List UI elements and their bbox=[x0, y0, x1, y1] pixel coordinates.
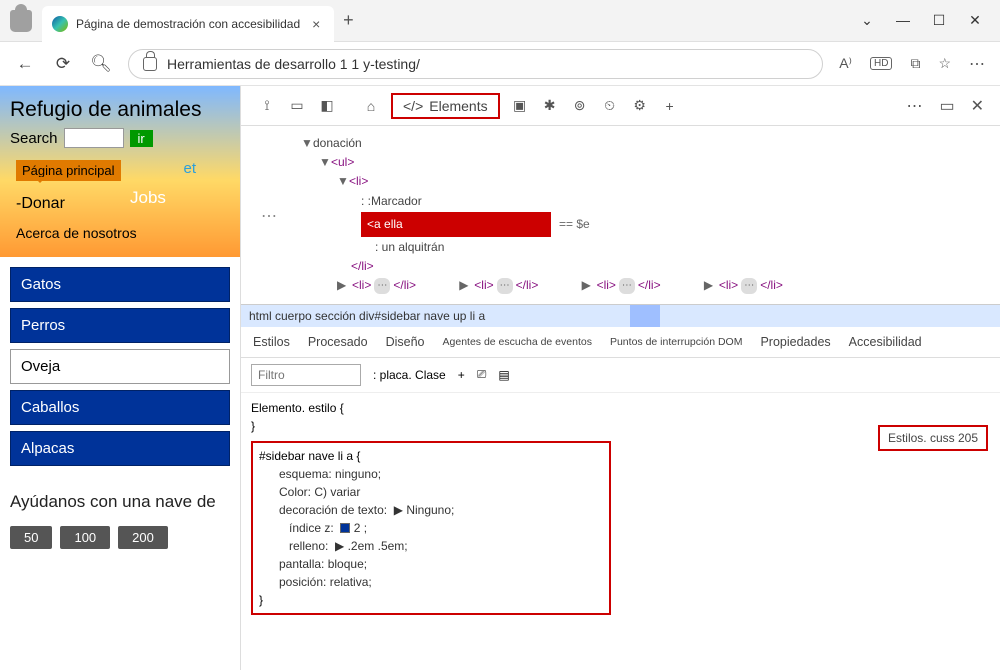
add-rule-icon[interactable]: + bbox=[458, 368, 465, 382]
devtools-more-icon[interactable]: ⋯ bbox=[906, 96, 923, 116]
sidebar-item-alpacas[interactable]: Alpacas bbox=[10, 431, 230, 466]
dom-breadcrumb[interactable]: html cuerpo sección div#sidebar nave up … bbox=[241, 304, 1000, 327]
sidebar-item-perros[interactable]: Perros bbox=[10, 308, 230, 343]
filter-input[interactable] bbox=[251, 364, 361, 386]
tab-agentes[interactable]: Agentes de escucha de eventos bbox=[443, 336, 592, 348]
tab-procesado[interactable]: Procesado bbox=[308, 335, 368, 349]
devtools-close-icon[interactable]: ✕ bbox=[971, 96, 984, 116]
stylesheet-source-link[interactable]: Estilos. cuss 205 bbox=[878, 425, 988, 451]
bug-icon[interactable]: ✱ bbox=[540, 97, 560, 114]
browser-tab[interactable]: Página de demostración con accesibilidad… bbox=[42, 6, 334, 42]
new-tab-button[interactable]: + bbox=[334, 10, 362, 31]
sidebar-item-oveja[interactable]: Oveja bbox=[10, 349, 230, 384]
inspect-icon[interactable]: ⟟ bbox=[257, 97, 277, 114]
donate-50-button[interactable]: 50 bbox=[10, 526, 52, 549]
sidebar-item-caballos[interactable]: Caballos bbox=[10, 390, 230, 425]
read-aloud-icon[interactable]: A⁾ bbox=[839, 55, 852, 72]
device-icon[interactable]: ▭ bbox=[287, 97, 307, 114]
styles-tabs: Estilos Procesado Diseño Agentes de escu… bbox=[241, 327, 1000, 358]
page-title: Refugio de animales bbox=[10, 98, 230, 122]
home-icon[interactable]: ⌂ bbox=[361, 98, 381, 114]
elements-tab[interactable]: </> Elements bbox=[391, 93, 500, 119]
selected-dom-node[interactable]: <a ella == $e bbox=[301, 212, 990, 237]
search-label: Search bbox=[10, 130, 58, 147]
edge-icon bbox=[52, 16, 68, 32]
styles-body: Elemento. estilo { } #sidebar nave li a … bbox=[241, 393, 1000, 621]
dock-icon[interactable]: ▭ bbox=[939, 96, 954, 116]
tab-accesibilidad[interactable]: Accesibilidad bbox=[849, 335, 922, 349]
donate-100-button[interactable]: 100 bbox=[60, 526, 110, 549]
acerca-link[interactable]: Acerca de nosotros bbox=[16, 225, 224, 241]
more-icon[interactable]: ⋯ bbox=[969, 54, 986, 74]
back-button[interactable]: ← bbox=[14, 54, 36, 74]
panel-icon[interactable]: ▤ bbox=[498, 368, 509, 382]
close-tab-icon[interactable]: × bbox=[308, 16, 324, 32]
minimize-button[interactable]: — bbox=[896, 12, 910, 29]
url-text: Herramientas de desarrollo 1 1 y-testing… bbox=[167, 56, 420, 72]
go-button[interactable]: ir bbox=[130, 130, 153, 147]
search-icon[interactable]: 🔍︎ bbox=[90, 54, 112, 74]
tab-puntos[interactable]: Puntos de interrupción DOM bbox=[610, 336, 742, 348]
tab-propiedades[interactable]: Propiedades bbox=[760, 335, 830, 349]
search-input[interactable] bbox=[64, 128, 124, 148]
split-icon[interactable]: ◧ bbox=[317, 97, 337, 114]
dom-tree[interactable]: ⋯ ▼donación ▼<ul> ▼<li> : :Marcador <a e… bbox=[241, 126, 1000, 304]
code-icon: </> bbox=[403, 98, 423, 114]
donar-link[interactable]: -Donar bbox=[16, 195, 65, 213]
hd-icon[interactable]: HD bbox=[870, 57, 892, 70]
maximize-button[interactable]: ☐ bbox=[932, 12, 946, 29]
page-sidebar: Refugio de animales Search ir Página pri… bbox=[0, 86, 240, 670]
favorite-icon[interactable]: ☆ bbox=[938, 55, 951, 72]
placa-clase[interactable]: : placa. Clase bbox=[373, 368, 446, 382]
address-bar[interactable]: Herramientas de desarrollo 1 1 y-testing… bbox=[128, 49, 823, 79]
memory-icon[interactable]: ⚙ bbox=[630, 97, 650, 114]
ellipsis-icon[interactable]: ⋯ bbox=[261, 204, 277, 230]
jobs-link[interactable]: Jobs bbox=[130, 188, 166, 208]
console-icon[interactable]: ▣ bbox=[510, 97, 530, 114]
tab-estilos[interactable]: Estilos bbox=[253, 335, 290, 349]
close-window-button[interactable]: ✕ bbox=[968, 12, 982, 29]
et-link[interactable]: et bbox=[183, 160, 196, 177]
tab-diseno[interactable]: Diseño bbox=[386, 335, 425, 349]
brush-icon[interactable]: ⎚ bbox=[477, 367, 487, 382]
css-rule-sidebar[interactable]: #sidebar nave li a { esquema: ninguno; C… bbox=[251, 441, 611, 615]
tab-title: Página de demostración con accesibilidad bbox=[76, 17, 300, 31]
devtools-panel: ⟟ ▭ ◧ ⌂ </> Elements ▣ ✱ ⊚ ⏲ ⚙ + ⋯ ▭ ✕ ⋯… bbox=[240, 86, 1000, 670]
pagina-principal-link[interactable]: Página principal bbox=[16, 160, 121, 181]
sidebar-item-gatos[interactable]: Gatos bbox=[10, 267, 230, 302]
collections-icon[interactable]: ⧉ bbox=[910, 55, 920, 72]
performance-icon[interactable]: ⏲ bbox=[600, 97, 620, 114]
help-text: Ayúdanos con una nave de bbox=[0, 490, 240, 514]
element-style-rule[interactable]: Elemento. estilo { bbox=[251, 399, 990, 417]
donate-200-button[interactable]: 200 bbox=[118, 526, 168, 549]
lock-icon bbox=[143, 57, 157, 71]
add-tab-icon[interactable]: + bbox=[660, 98, 680, 114]
refresh-button[interactable]: ⟳ bbox=[52, 54, 74, 74]
profile-avatar[interactable] bbox=[0, 0, 42, 42]
chevron-down-icon[interactable]: ⌄ bbox=[860, 12, 874, 29]
network-icon[interactable]: ⊚ bbox=[570, 97, 590, 114]
